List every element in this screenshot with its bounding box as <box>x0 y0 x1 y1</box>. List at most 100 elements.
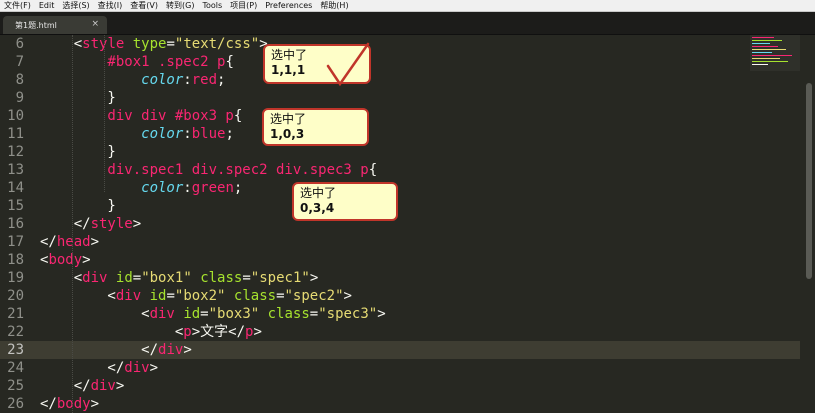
code-line[interactable]: 17</head> <box>0 233 800 251</box>
menu-item[interactable]: Edit <box>35 0 59 11</box>
code-token: > <box>310 270 318 286</box>
code-token: = <box>166 36 174 52</box>
line-number: 7 <box>0 53 24 71</box>
line-number: 6 <box>0 35 24 53</box>
line-number: 24 <box>0 359 24 377</box>
code-token: < <box>40 270 82 286</box>
code-token: ; <box>217 72 225 88</box>
annotation-note: 选中了 1,0,3 <box>262 108 369 146</box>
code-token: "spec2" <box>285 288 344 304</box>
code-token <box>192 270 200 286</box>
code-token: id <box>150 288 167 304</box>
menu-item[interactable]: 转到(G) <box>162 0 198 11</box>
code-token: id <box>116 270 133 286</box>
line-number: 9 <box>0 89 24 107</box>
note-title: 选中了 <box>270 112 361 127</box>
menu-item[interactable]: 文件(F) <box>0 0 35 11</box>
code-token: > <box>91 234 99 250</box>
minimap-line <box>752 37 774 38</box>
menu-item[interactable]: 查找(I) <box>94 0 127 11</box>
code-text: <body> <box>40 251 91 269</box>
line-number: 12 <box>0 143 24 161</box>
minimap-line <box>752 49 786 50</box>
code-text: </div> <box>40 359 158 377</box>
code-line[interactable]: 21 <div id="box3" class="spec3"> <box>0 305 800 323</box>
code-text: </body> <box>40 395 99 413</box>
code-token: </ <box>40 234 57 250</box>
minimap-line <box>752 52 772 53</box>
code-text: } <box>40 197 116 215</box>
code-text: <div id="box3" class="spec3"> <box>40 305 386 323</box>
code-text: <style type="text/css"> <box>40 35 268 53</box>
code-line[interactable]: 19 <div id="box1" class="spec1"> <box>0 269 800 287</box>
menu-item[interactable]: Tools <box>198 0 226 11</box>
code-token <box>225 288 233 304</box>
code-line[interactable]: 8 color:red; <box>0 71 800 89</box>
tab-bar: 第1题.html × <box>0 12 815 35</box>
vertical-scrollbar[interactable] <box>803 35 815 413</box>
menu-item[interactable]: 查看(V) <box>126 0 162 11</box>
code-editor[interactable]: 6 <style type="text/css">7 #box1 .spec2 … <box>0 35 815 413</box>
code-token: div <box>82 270 107 286</box>
code-line[interactable]: 12 } <box>0 143 800 161</box>
code-line[interactable]: 10 div div #box3 p{ <box>0 107 800 125</box>
code-line[interactable]: 20 <div id="box2" class="spec2"> <box>0 287 800 305</box>
code-line[interactable]: 14 color:green; <box>0 179 800 197</box>
code-token: color <box>40 72 183 88</box>
indent-guide <box>72 35 73 413</box>
code-line[interactable]: 16 </style> <box>0 215 800 233</box>
code-line[interactable]: 18<body> <box>0 251 800 269</box>
code-token: red <box>192 72 217 88</box>
code-token: body <box>57 396 91 412</box>
code-line[interactable]: 7 #box1 .spec2 p{ <box>0 53 800 71</box>
minimap-line <box>752 46 778 47</box>
code-line[interactable]: 25 </div> <box>0 377 800 395</box>
code-text: </div> <box>40 341 192 359</box>
code-token: : <box>183 126 191 142</box>
code-token: ; <box>234 180 242 196</box>
code-token: > <box>116 378 124 394</box>
code-token: : <box>183 72 191 88</box>
menu-item[interactable]: 项目(P) <box>226 0 261 11</box>
code-line[interactable]: 26</body> <box>0 395 800 413</box>
code-token: </ <box>40 216 91 232</box>
code-token: #box1 .spec2 p <box>40 54 225 70</box>
menu-item[interactable]: 选择(S) <box>58 0 93 11</box>
code-line[interactable]: 15 } <box>0 197 800 215</box>
minimap[interactable] <box>750 35 800 71</box>
code-text: div div #box3 p{ <box>40 107 242 125</box>
minimap-line <box>752 64 768 65</box>
code-text: <div id="box1" class="spec1"> <box>40 269 318 287</box>
code-line[interactable]: 11 color:blue; <box>0 125 800 143</box>
code-line[interactable]: 22 <p>文字</p> <box>0 323 800 341</box>
code-token: div <box>150 306 175 322</box>
code-token: < <box>40 36 82 52</box>
code-token: { <box>234 108 242 124</box>
close-icon[interactable]: × <box>91 19 99 29</box>
code-token: color <box>40 180 183 196</box>
menu-item[interactable]: Preferences <box>261 0 316 11</box>
code-token: = <box>166 288 174 304</box>
code-line[interactable]: 9 } <box>0 89 800 107</box>
code-token: > <box>377 306 385 322</box>
line-number: 11 <box>0 125 24 143</box>
code-token: </ <box>40 378 91 394</box>
indent-guide <box>104 35 105 192</box>
line-number: 14 <box>0 179 24 197</box>
scrollbar-thumb[interactable] <box>806 83 812 279</box>
line-number: 21 <box>0 305 24 323</box>
code-text: color:blue; <box>40 125 234 143</box>
line-number: 19 <box>0 269 24 287</box>
code-token <box>124 36 132 52</box>
code-text: <p>文字</p> <box>40 323 262 341</box>
code-token: div <box>91 378 116 394</box>
code-token: class <box>234 288 276 304</box>
code-line[interactable]: 6 <style type="text/css"> <box>0 35 800 53</box>
code-token <box>141 288 149 304</box>
file-tab[interactable]: 第1题.html × <box>3 16 107 34</box>
code-token: </ <box>40 342 158 358</box>
code-line[interactable]: 24 </div> <box>0 359 800 377</box>
code-line[interactable]: 13 div.spec1 div.spec2 div.spec3 p{ <box>0 161 800 179</box>
menu-item[interactable]: 帮助(H) <box>316 0 352 11</box>
code-line[interactable]: 23 </div> <box>0 341 800 359</box>
